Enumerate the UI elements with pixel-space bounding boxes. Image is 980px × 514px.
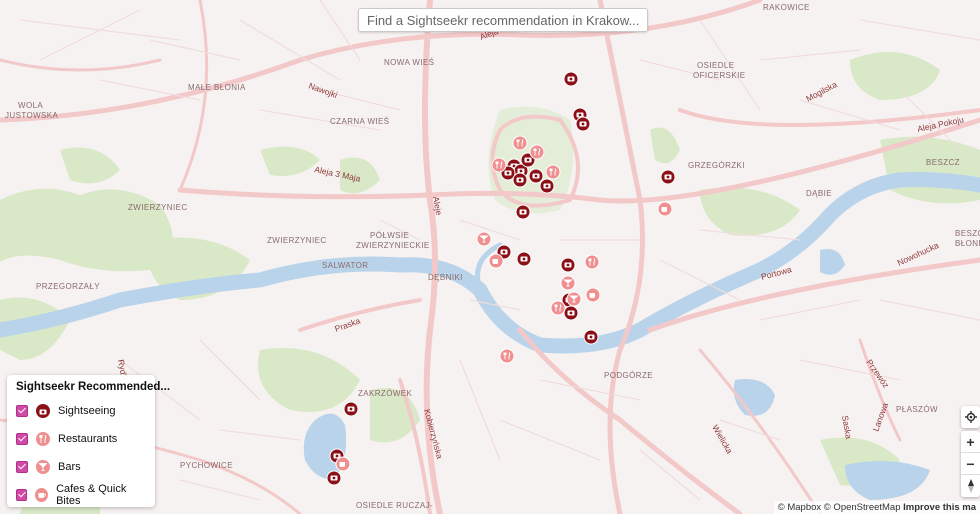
restaurants-checkbox[interactable] [16, 433, 28, 445]
bar-marker[interactable] [566, 291, 582, 307]
restaurant-marker[interactable] [584, 254, 600, 270]
cafe-marker[interactable] [585, 287, 601, 303]
district-label: PRZEGORZAŁY [36, 282, 100, 291]
restaurant-marker[interactable] [491, 157, 507, 173]
legend-label: Restaurants [58, 433, 118, 445]
cafe-marker[interactable] [488, 253, 504, 269]
district-label: PYCHOWICE [180, 461, 233, 470]
legend-label: Cafes & Quick Bites [56, 483, 127, 507]
cafe-marker[interactable] [657, 201, 673, 217]
restaurant-marker[interactable] [499, 348, 515, 364]
crosshair-icon[interactable] [961, 406, 980, 428]
zoom-in-button[interactable]: + [961, 431, 980, 453]
sightseeing-marker[interactable] [516, 251, 532, 267]
navigation-control: + − [961, 431, 980, 497]
district-label: PŁASZÓW [896, 405, 938, 414]
restaurant-marker[interactable] [512, 135, 528, 151]
legend-item-cafes[interactable]: Cafes & Quick Bites [16, 481, 146, 509]
sightseeing-marker[interactable] [575, 116, 591, 132]
sightseeing-marker[interactable] [560, 257, 576, 273]
district-label: ZWIERZYNIEC [128, 203, 188, 212]
legend-label: Bars [58, 461, 81, 473]
district-label: GRZEGÓRZKI [688, 161, 745, 170]
sightseeing-checkbox[interactable] [16, 405, 28, 417]
district-label: CZARNA WIEŚ [330, 117, 390, 126]
legend-panel: Sightseekr Recommended... Sightseeing Re… [7, 375, 171, 509]
district-label: OFICERSKIE [693, 71, 745, 80]
sightseeing-marker[interactable] [563, 305, 579, 321]
coffee-cup-icon [35, 488, 49, 502]
sightseeing-marker[interactable] [539, 178, 555, 194]
cafe-marker[interactable] [335, 456, 351, 472]
district-label: SALWATOR [322, 261, 368, 270]
bars-checkbox[interactable] [16, 461, 28, 473]
zoom-out-button[interactable]: − [961, 453, 980, 475]
restaurant-marker[interactable] [529, 144, 545, 160]
district-label: PODGÓRZE [604, 371, 653, 380]
district-label: RAKOWICE [763, 3, 810, 12]
compass-icon[interactable] [961, 475, 980, 497]
legend-item-restaurants[interactable]: Restaurants [16, 425, 146, 453]
map-attribution: © Mapbox © OpenStreetMap Improve this ma [773, 501, 980, 514]
sightseeing-marker[interactable] [528, 168, 544, 184]
district-label: DĘBNIKI [428, 273, 463, 282]
district-label: OSIEDLE RUCZAJ- [356, 501, 433, 510]
bar-marker[interactable] [560, 275, 576, 291]
attribution-text[interactable]: © Mapbox © OpenStreetMap [778, 502, 901, 513]
district-label: MAŁE BŁONIA [188, 83, 246, 92]
legend-item-sightseeing[interactable]: Sightseeing [16, 397, 146, 425]
sightseeing-marker[interactable] [563, 71, 579, 87]
cafes-checkbox[interactable] [16, 489, 28, 501]
district-label: WOLA [18, 101, 43, 110]
restaurant-marker[interactable] [545, 164, 561, 180]
district-label: JUSTOWSKA [5, 111, 59, 120]
district-label: BESZCZ [926, 158, 960, 167]
district-label: DĄBIE [806, 189, 832, 198]
sightseeing-marker[interactable] [512, 172, 528, 188]
cocktail-icon [36, 460, 50, 474]
fork-knife-icon [36, 432, 50, 446]
district-label: OSIEDLE [697, 61, 734, 70]
sightseeing-marker[interactable] [343, 401, 359, 417]
legend-item-bars[interactable]: Bars [16, 453, 146, 481]
sightseeing-marker[interactable] [583, 329, 599, 345]
sightseeing-marker[interactable] [515, 204, 531, 220]
district-label: ZWIERZYNIEC [267, 236, 327, 245]
camera-icon [36, 404, 50, 418]
search-input[interactable] [358, 8, 648, 32]
district-label: BŁONIA [955, 239, 980, 248]
improve-map-link[interactable]: Improve this ma [903, 502, 976, 513]
geolocate-control[interactable] [961, 406, 980, 428]
sightseeing-marker[interactable] [326, 470, 342, 486]
legend-title: Sightseekr Recommended... [16, 381, 171, 393]
sightseeing-marker[interactable] [660, 169, 676, 185]
bar-marker[interactable] [476, 231, 492, 247]
district-label: PÓŁWSIE [370, 231, 409, 240]
restaurant-marker[interactable] [550, 300, 566, 316]
district-label: ZAKRZÓWEK [358, 389, 413, 398]
district-label: NOWA WIEŚ [384, 58, 434, 67]
district-label: BESZCZ [955, 229, 980, 238]
legend-label: Sightseeing [58, 405, 116, 417]
district-label: ZWIERZYNIECKIE [356, 241, 430, 250]
